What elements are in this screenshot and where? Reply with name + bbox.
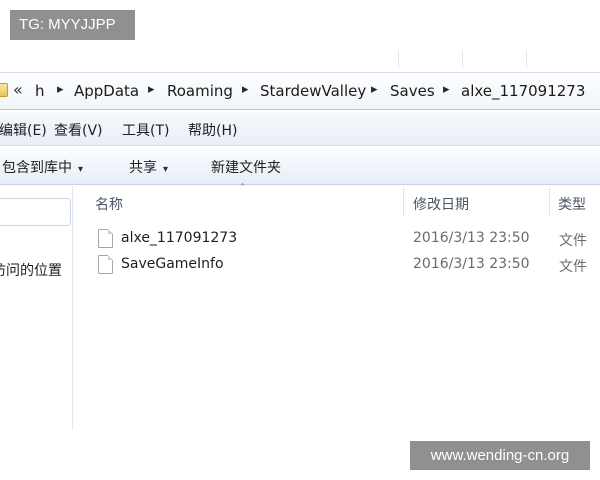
chevron-right-icon[interactable]: ▸ [57,82,64,97]
file-name: SaveGameInfo [121,256,224,272]
watermark-top: TG: MYYJJPP [10,10,135,40]
column-header-name[interactable]: 名称 [95,194,123,214]
file-type: 文件 [559,259,587,275]
include-in-library-button[interactable]: 包含到库中 ▾ [2,157,83,177]
strip-tick [462,50,463,68]
menu-edit[interactable]: 编辑(E) [0,120,47,140]
command-toolbar: 包含到库中 ▾ 共享 ▾ 新建文件夹 [0,147,600,185]
address-bar[interactable]: « h ▸ AppData ▸ Roaming ▸ StardewValley … [0,72,600,110]
column-divider[interactable] [403,186,404,216]
file-modified-date: 2016/3/13 23:50 [413,256,530,272]
explorer-window: « h ▸ AppData ▸ Roaming ▸ StardewValley … [0,0,600,480]
watermark-bottom: www.wending-cn.org [410,441,590,470]
breadcrumb-current-folder[interactable]: alxe_117091273 [461,82,585,100]
sort-ascending-icon: ˄ [240,183,245,194]
breadcrumb-saves[interactable]: Saves [390,82,435,100]
chevron-right-icon[interactable]: ▸ [443,82,450,97]
strip-tick [398,50,399,68]
breadcrumb-appdata[interactable]: AppData [74,82,139,100]
column-header-type[interactable]: 类型 [558,194,586,214]
chevron-right-icon[interactable]: ▸ [242,82,249,97]
breadcrumb-stardewvalley[interactable]: StardewValley [260,82,366,100]
strip-tick [526,50,527,68]
new-folder-button[interactable]: 新建文件夹 [211,157,281,177]
nav-search-box[interactable] [0,198,71,226]
column-divider[interactable] [549,186,550,216]
breadcrumb-h[interactable]: h [35,82,45,100]
navigation-pane: 访问的位置 [0,186,73,430]
file-modified-date: 2016/3/13 23:50 [413,230,530,246]
chevron-right-icon[interactable]: ▸ [148,82,155,97]
include-in-library-label: 包含到库中 [2,160,72,176]
file-type: 文件 [559,233,587,249]
menu-tools[interactable]: 工具(T) [122,120,169,140]
share-label: 共享 [129,160,157,176]
menu-bar: 编辑(E) 查看(V) 工具(T) 帮助(H) [0,112,600,146]
file-icon [98,229,113,248]
chevron-down-icon: ▾ [163,164,169,175]
chevron-down-icon: ▾ [78,164,84,175]
nav-item-recent-places[interactable]: 访问的位置 [0,260,62,280]
overflow-chevrons-icon[interactable]: « [13,80,23,99]
chevron-right-icon[interactable]: ▸ [371,82,378,97]
folder-icon [0,83,8,97]
column-header-modified[interactable]: 修改日期 [413,194,469,214]
menu-help[interactable]: 帮助(H) [188,120,237,140]
share-button[interactable]: 共享 ▾ [129,157,168,177]
table-row[interactable]: alxe_117091273 2016/3/13 23:50 文件 [92,227,600,251]
file-list-pane: ˄ 名称 修改日期 类型 alxe_117091273 2016/3/13 23… [74,183,600,430]
file-name: alxe_117091273 [121,230,238,246]
menu-view[interactable]: 查看(V) [54,120,103,140]
table-row[interactable]: SaveGameInfo 2016/3/13 23:50 文件 [92,253,600,277]
breadcrumb-roaming[interactable]: Roaming [167,82,233,100]
file-icon [98,255,113,274]
